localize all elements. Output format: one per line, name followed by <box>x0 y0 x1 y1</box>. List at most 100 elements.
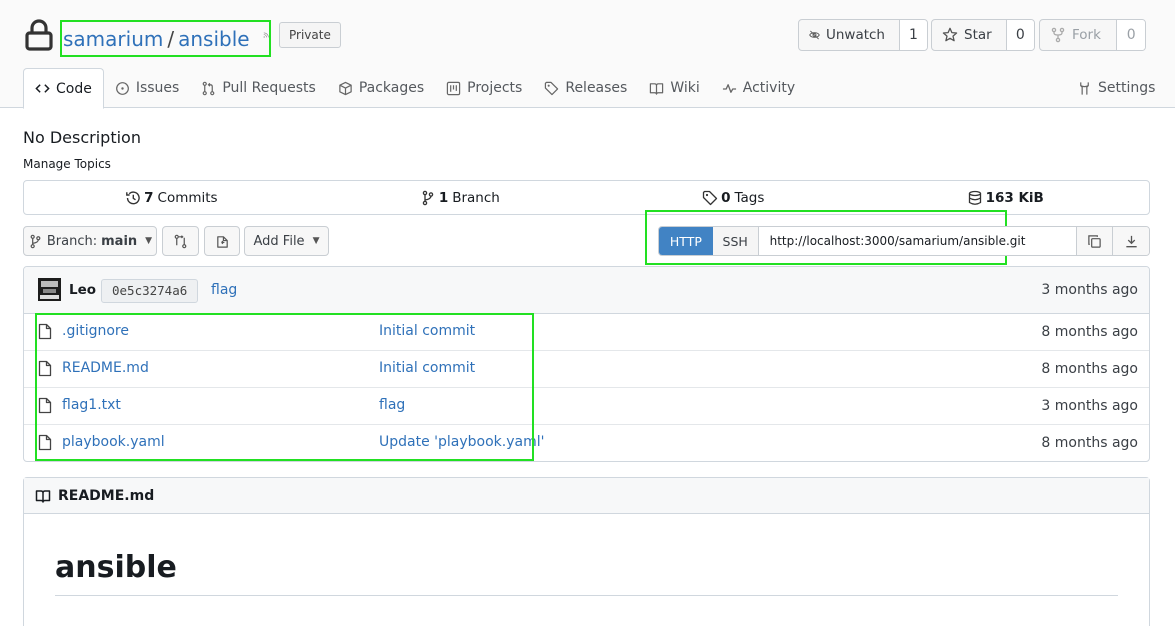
unwatch-button[interactable]: Unwatch 1 <box>798 19 928 51</box>
branch-prefix: Branch: <box>46 233 98 249</box>
tab-code-label: Code <box>56 80 92 97</box>
commit-sha-badge[interactable]: 0e5c3274a6 <box>101 279 199 303</box>
add-file-dropdown[interactable]: Add File ▼ <box>244 226 329 256</box>
download-icon <box>1125 235 1137 247</box>
tab-pull-requests-label: Pull Requests <box>222 80 316 96</box>
tab-issues-label: Issues <box>135 80 180 96</box>
branch-label: Branch <box>452 189 500 206</box>
tab-packages[interactable]: Packages <box>327 68 435 108</box>
repo-tabs: Code Issues Pull Requests Packages Proje… <box>23 68 806 109</box>
download-button[interactable] <box>1113 227 1149 255</box>
file-icon <box>216 235 228 248</box>
commit-author[interactable]: Leo <box>69 282 96 298</box>
tab-activity-label: Activity <box>742 80 796 96</box>
copy-icon <box>1088 234 1101 248</box>
eye-slash-icon <box>809 30 820 40</box>
chevron-down-icon: ▼ <box>312 236 320 246</box>
tab-projects-label: Projects <box>467 80 523 96</box>
commits-label: Commits <box>157 189 218 206</box>
file-age: 8 months ago <box>1041 435 1138 451</box>
code-icon <box>35 84 50 93</box>
chevron-down-icon: ▼ <box>145 236 153 246</box>
manage-topics-link[interactable]: Manage Topics <box>23 157 111 171</box>
tab-settings-label: Settings <box>1098 80 1156 96</box>
readme-heading: ansible <box>55 550 177 585</box>
branch-icon <box>30 234 41 248</box>
repo-path-separator: / <box>167 26 175 51</box>
branch-count: 1 <box>438 189 449 206</box>
tab-wiki-label: Wiki <box>670 80 700 96</box>
tab-projects[interactable]: Projects <box>435 68 533 108</box>
copy-url-button[interactable] <box>1077 227 1114 255</box>
tag-icon <box>545 81 559 95</box>
star-icon <box>942 27 958 42</box>
repo-owner-link[interactable]: samarium <box>63 27 163 51</box>
clone-url-input[interactable]: http://localhost:3000/samarium/ansible.g… <box>759 227 1078 255</box>
tab-activity[interactable]: Activity <box>711 68 806 108</box>
lock-icon <box>25 19 53 51</box>
repo-title: samarium / ansible <box>60 20 271 57</box>
tab-releases[interactable]: Releases <box>533 68 638 108</box>
project-icon <box>446 81 461 95</box>
tags-stat[interactable]: 0 Tags <box>702 190 764 206</box>
branch-stat[interactable]: 1 Branch <box>420 190 500 206</box>
size-stat: 163 KiB <box>967 190 1048 206</box>
tag-icon <box>702 190 718 205</box>
fork-label: Fork <box>1072 27 1101 43</box>
pull-request-icon <box>202 81 215 95</box>
rss-icon[interactable] <box>263 27 269 43</box>
book-icon <box>35 489 51 503</box>
commit-message-link[interactable]: flag <box>211 282 237 298</box>
fork-icon <box>1051 27 1065 43</box>
readme-filename: README.md <box>58 487 155 504</box>
readme-header: README.md <box>24 478 1149 514</box>
readme-panel: README.md ansible <box>23 477 1150 626</box>
fork-count[interactable]: 0 <box>1117 20 1145 50</box>
issue-icon <box>115 81 129 95</box>
branch-icon <box>422 190 434 205</box>
fork-button[interactable]: Fork 0 <box>1039 19 1146 51</box>
repo-name-link[interactable]: ansible <box>178 27 249 51</box>
book-icon <box>650 82 664 95</box>
pulse-icon <box>722 83 736 93</box>
repo-size: 163 KiB <box>985 189 1044 206</box>
add-file-label: Add File <box>253 233 305 249</box>
clone-panel: HTTP SSH http://localhost:3000/samarium/… <box>658 226 1150 256</box>
new-file-button[interactable] <box>204 226 240 256</box>
avatar <box>38 278 61 301</box>
tab-code[interactable]: Code <box>23 68 104 109</box>
http-clone-button[interactable]: HTTP <box>659 227 713 255</box>
tags-count: 0 <box>721 189 731 206</box>
file-age: 8 months ago <box>1041 324 1138 340</box>
tab-packages-label: Packages <box>358 80 425 96</box>
private-badge: Private <box>279 22 341 48</box>
repo-description: No Description <box>23 128 141 147</box>
tab-releases-label: Releases <box>565 80 628 96</box>
commits-count: 7 <box>144 189 154 206</box>
tools-icon <box>1080 81 1089 95</box>
ssh-clone-button[interactable]: SSH <box>712 227 759 255</box>
star-button[interactable]: Star 0 <box>931 19 1035 51</box>
tab-pull-requests[interactable]: Pull Requests <box>190 68 326 108</box>
star-label: Star <box>964 27 992 43</box>
history-icon <box>126 190 140 204</box>
branch-name: main <box>101 233 138 249</box>
branch-dropdown[interactable]: Branch: main ▼ <box>23 226 157 256</box>
files-highlight <box>35 313 534 461</box>
database-icon <box>968 190 981 205</box>
tags-label: Tags <box>734 189 765 206</box>
file-age: 8 months ago <box>1041 361 1138 377</box>
file-age: 3 months ago <box>1041 398 1138 414</box>
tab-wiki[interactable]: Wiki <box>638 68 710 108</box>
unwatch-label: Unwatch <box>825 27 885 43</box>
commit-age: 3 months ago <box>1041 282 1138 298</box>
watch-count[interactable]: 1 <box>900 20 927 50</box>
tab-settings[interactable]: Settings <box>1066 68 1166 108</box>
tab-issues[interactable]: Issues <box>104 68 191 108</box>
star-count[interactable]: 0 <box>1006 20 1034 50</box>
commits-stat[interactable]: 7 Commits <box>125 189 218 206</box>
compare-icon <box>174 234 187 248</box>
compare-button[interactable] <box>162 226 199 256</box>
package-icon <box>339 81 352 95</box>
latest-commit-row: Leo 0e5c3274a6 flag 3 months ago <box>24 267 1149 314</box>
